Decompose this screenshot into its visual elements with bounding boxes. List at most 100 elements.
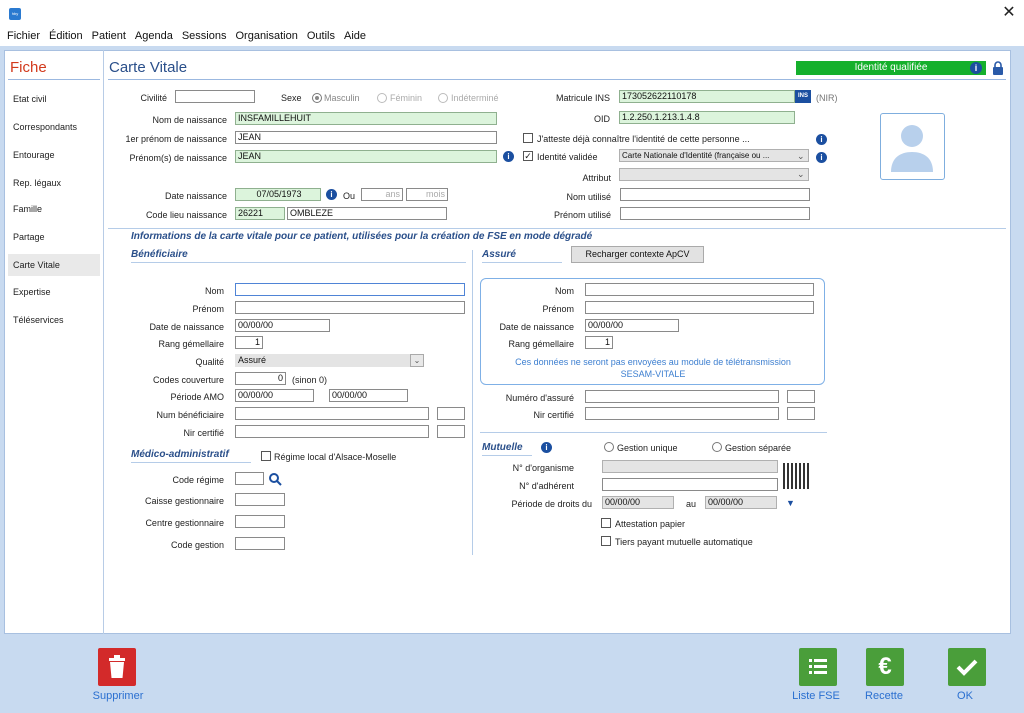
nom-naissance-label: Nom de naissance	[152, 115, 227, 125]
sexe-label: Sexe	[281, 93, 302, 103]
lock-icon[interactable]	[992, 61, 1004, 75]
periode-amo-from-field[interactable]: 00/00/00	[235, 389, 314, 402]
benef-nir-certifie-key-field[interactable]	[437, 425, 465, 438]
recharger-apcv-button[interactable]: Recharger contexte ApCV	[571, 246, 704, 263]
num-beneficiaire-field[interactable]	[235, 407, 429, 420]
gestion-unique-radio[interactable]	[604, 442, 614, 452]
nom-naissance-field[interactable]: INSFAMILLEHUIT	[235, 112, 497, 125]
sidebar-item-expertise[interactable]: Expertise	[8, 281, 100, 303]
premier-prenom-label: 1er prénom de naissance	[125, 134, 227, 144]
sidebar-item-famille[interactable]: Famille	[8, 198, 100, 220]
adherent-field[interactable]	[602, 478, 778, 491]
code-gestion-field[interactable]	[235, 537, 285, 550]
patient-photo[interactable]	[880, 113, 945, 180]
menu-patient[interactable]: Patient	[92, 28, 126, 46]
alsace-moselle-checkbox[interactable]	[261, 451, 271, 461]
benef-nom-field[interactable]	[235, 283, 465, 296]
centre-gestionnaire-field[interactable]	[235, 515, 285, 528]
prenom-utilise-field[interactable]	[620, 207, 810, 220]
sidebar-item-entourage[interactable]: Entourage	[8, 144, 100, 166]
liste-fse-button[interactable]	[799, 648, 837, 686]
check-icon	[956, 659, 978, 676]
column-divider	[472, 250, 473, 555]
qualite-select[interactable]: Assuré	[235, 354, 410, 367]
sidebar-item-carte-vitale[interactable]: Carte Vitale	[8, 254, 100, 276]
menu-aide[interactable]: Aide	[344, 28, 366, 46]
atteste-info-icon[interactable]: i	[816, 134, 827, 145]
sidebar-item-correspondants[interactable]: Correspondants	[8, 116, 100, 138]
code-lieu-field[interactable]: 26221	[235, 207, 285, 220]
benef-nir-certifie-field[interactable]	[235, 425, 429, 438]
age-ans-field[interactable]: ans	[361, 188, 403, 201]
menu-fichier[interactable]: Fichier	[7, 28, 40, 46]
prenoms-info-icon[interactable]: i	[503, 151, 514, 162]
assure-ddn-field[interactable]: 00/00/00	[585, 319, 679, 332]
sexe-indetermine-radio[interactable]	[438, 93, 448, 103]
identity-info-icon[interactable]: i	[970, 62, 982, 74]
assure-nir-certifie-field[interactable]	[585, 407, 779, 420]
assure-prenom-field[interactable]	[585, 301, 814, 314]
periode-droits-to-field[interactable]: 00/00/00	[705, 496, 777, 509]
matricule-ins-field[interactable]: 173052622110178	[619, 90, 795, 103]
code-regime-field[interactable]	[235, 472, 264, 485]
chevron-down-icon[interactable]: ⌄	[410, 354, 424, 367]
sexe-masculin-radio[interactable]	[312, 93, 322, 103]
menu-outils[interactable]: Outils	[307, 28, 335, 46]
menu-sessions[interactable]: Sessions	[182, 28, 227, 46]
close-window-button[interactable]: ✕	[1000, 4, 1018, 22]
sidebar-item-etat-civil[interactable]: Etat civil	[8, 88, 100, 110]
organisme-field[interactable]	[602, 460, 778, 473]
numero-assure-field[interactable]	[585, 390, 779, 403]
civilite-field[interactable]	[175, 90, 255, 103]
tiers-payant-checkbox[interactable]	[601, 536, 611, 546]
benef-ddn-field[interactable]: 00/00/00	[235, 319, 330, 332]
gestion-separee-radio[interactable]	[712, 442, 722, 452]
sidebar-item-teleservices[interactable]: Téléservices	[8, 309, 100, 331]
periode-droits-from-field[interactable]: 00/00/00	[602, 496, 674, 509]
mutuelle-info-icon[interactable]: i	[541, 442, 552, 453]
assure-nom-field[interactable]	[585, 283, 814, 296]
attestation-papier-label: Attestation papier	[615, 519, 686, 529]
atteste-identite-checkbox[interactable]	[523, 133, 533, 143]
piece-info-icon[interactable]: i	[816, 152, 827, 163]
codes-couverture-field[interactable]: 0	[235, 372, 286, 385]
periode-amo-to-field[interactable]: 00/00/00	[329, 389, 408, 402]
menu-edition[interactable]: Édition	[49, 28, 83, 46]
chevron-down-icon: ⌄	[797, 169, 805, 179]
attribut-select[interactable]	[619, 168, 809, 181]
num-beneficiaire-key-field[interactable]	[437, 407, 465, 420]
prenoms-naissance-field[interactable]: JEAN	[235, 150, 497, 163]
dropdown-arrow-icon[interactable]: ▼	[786, 498, 795, 508]
ok-button[interactable]	[948, 648, 986, 686]
menu-agenda[interactable]: Agenda	[135, 28, 173, 46]
age-mois-field[interactable]: mois	[406, 188, 448, 201]
assure-rang-field[interactable]: 1	[585, 336, 613, 349]
identite-validee-checkbox[interactable]: ✓	[523, 151, 533, 161]
sidebar-item-rep-legaux[interactable]: Rep. légaux	[8, 172, 100, 194]
search-icon[interactable]	[268, 472, 282, 486]
attestation-papier-checkbox[interactable]	[601, 518, 611, 528]
sexe-indetermine-label: Indéterminé	[451, 93, 499, 103]
date-naissance-field[interactable]: 07/05/1973	[235, 188, 321, 201]
premier-prenom-field[interactable]: JEAN	[235, 131, 497, 144]
code-regime-label: Code régime	[172, 475, 224, 485]
piece-identite-select[interactable]: Carte Nationale d'Identité (française ou…	[619, 149, 809, 162]
numero-assure-key-field[interactable]	[787, 390, 815, 403]
code-lieu-label: Code lieu naissance	[145, 210, 227, 220]
lieu-naissance-field[interactable]: OMBLEZE	[287, 207, 447, 220]
date-naissance-info-icon[interactable]: i	[326, 189, 337, 200]
benef-prenom-field[interactable]	[235, 301, 465, 314]
qr-code-icon[interactable]	[783, 463, 809, 489]
recette-label: Recette	[865, 690, 903, 702]
menu-organisation[interactable]: Organisation	[235, 28, 297, 46]
supprimer-button[interactable]	[98, 648, 136, 686]
oid-field[interactable]: 1.2.250.1.213.1.4.8	[619, 111, 795, 124]
caisse-gestionnaire-field[interactable]	[235, 493, 285, 506]
au-label: au	[686, 499, 697, 509]
benef-rang-field[interactable]: 1	[235, 336, 263, 349]
assure-nir-certifie-key-field[interactable]	[787, 407, 815, 420]
sidebar-item-partage[interactable]: Partage	[8, 226, 100, 248]
sexe-feminin-radio[interactable]	[377, 93, 387, 103]
recette-button[interactable]: €	[866, 648, 904, 686]
nom-utilise-field[interactable]	[620, 188, 810, 201]
